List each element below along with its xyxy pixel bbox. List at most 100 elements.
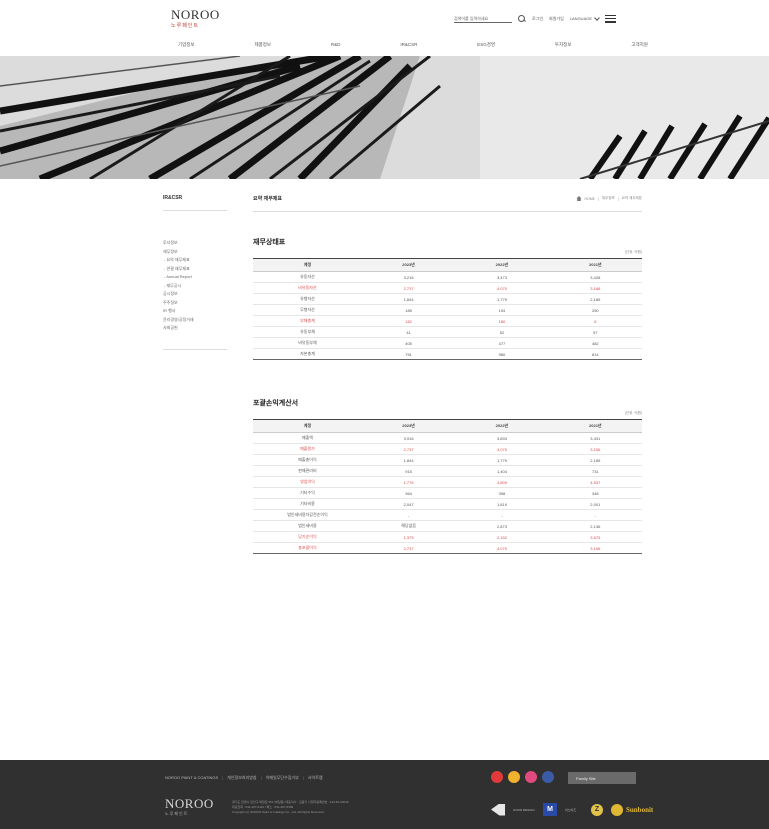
site-logo[interactable]: NOROO 노루페인트 (171, 8, 220, 29)
nav-item-esg[interactable]: ESG경영 (477, 42, 495, 48)
sidebar-item[interactable]: 사회공헌 (163, 324, 227, 333)
search-input[interactable]: 검색어를 입력하세요 (454, 14, 512, 23)
table-cell: 1,404 (455, 465, 549, 477)
table-cell: 2,001 (548, 498, 642, 510)
nav-item-support[interactable]: 고객지원 (631, 42, 648, 48)
table-cell: 3,575 (548, 531, 642, 543)
footer-logo: NOROO 노루페인트 (165, 797, 214, 817)
table-cell: 3,156 (548, 542, 642, 554)
hero-banner (0, 56, 769, 179)
table-cell: 477 (455, 337, 549, 349)
home-icon[interactable] (576, 196, 582, 201)
table-cell: 3,156 (548, 443, 642, 455)
facebook-icon[interactable] (542, 771, 554, 783)
sidebar-item[interactable]: 주주정보 (163, 299, 227, 308)
sidebar-subitem[interactable]: - Annual Report (163, 273, 227, 282)
footer-sep: | (260, 775, 262, 780)
sidebar-item[interactable]: 재무정보 (163, 248, 227, 257)
breadcrumb-item[interactable]: 요약 재무제표 (622, 196, 642, 201)
signup-link[interactable]: 회원가입 (549, 16, 564, 22)
footer-sep: | (302, 775, 304, 780)
copyright: Copyright (c) NOROO Paint & Coatings Co.… (232, 810, 325, 814)
table-cell: 4,070 (455, 443, 549, 455)
language-select[interactable]: LANGUAGE (570, 14, 600, 21)
table-cell: 182 (361, 315, 456, 327)
breadcrumb-sep: | (617, 196, 619, 201)
footer-link[interactable]: 개인정보처리방침 (227, 775, 256, 781)
row-label: 유형자산 (253, 293, 362, 305)
table-body: 매출액 3,916 3,893 3,431 매출원가 2,737 4,070 3,156 매출총… (253, 432, 642, 554)
table-cell: 180 (455, 315, 549, 327)
sidebar-item[interactable]: 투자정보 (163, 239, 227, 248)
table-cell: 4,809 (455, 476, 549, 488)
table-cell: 1,844 (361, 454, 456, 466)
sidebar-subitem[interactable]: - 재무공시 (163, 282, 227, 291)
unit-label: (단위: 억원) (624, 250, 642, 254)
sidebar-item[interactable]: 공시정보 (163, 290, 227, 299)
instagram-icon[interactable] (525, 771, 537, 783)
row-label: 총포괄이익 (253, 542, 362, 554)
table-cell: 해당없음 (361, 520, 456, 532)
nav-item-company[interactable]: 기업정보 (178, 42, 195, 48)
table-cell: 2,737 (361, 282, 456, 294)
sidebar-item[interactable]: IR 행사 (163, 307, 227, 316)
youtube-icon[interactable] (491, 771, 503, 783)
row-label: 영업이익 (253, 476, 362, 488)
footer-link[interactable]: NOROO PAINT & COATINGS (165, 775, 218, 781)
table-row: 총포괄이익 2,737 4,070 3,156 (253, 542, 642, 554)
footer-logo-text: NOROO (165, 796, 214, 811)
table-row: 비유동부채 405 477 482 (253, 337, 642, 349)
table-cell: - (548, 509, 642, 521)
table-cell: 2,136 (548, 520, 642, 532)
blog-icon[interactable] (508, 771, 520, 783)
table-cell: 4,070 (455, 542, 549, 554)
row-label: 법인세비용 (253, 520, 362, 532)
table-row: 부채총계 182 180 6 (253, 315, 642, 327)
nav-item-invest[interactable]: 투자정보 (555, 42, 572, 48)
table-cell: 2,737 (361, 443, 456, 455)
footer-link[interactable]: 사이트맵 (308, 775, 323, 781)
table-row: 유동부채 41 52 57 (253, 326, 642, 338)
column-header: 2021년 (548, 419, 642, 433)
table-row: 당기순이익 1,375 2,152 3,575 (253, 531, 642, 543)
table-cell: 814 (548, 348, 642, 360)
table-cell: 1,375 (361, 531, 456, 543)
breadcrumb-item[interactable]: 재무정보 (602, 196, 615, 201)
table-cell: 405 (361, 337, 456, 349)
table-cell: 57 (548, 326, 642, 338)
row-label: 매출원가 (253, 443, 362, 455)
table-row: 유형자산 1,844 1,779 2,185 (253, 293, 642, 305)
hamburger-menu-icon[interactable] (605, 14, 617, 23)
sidebar-subitem[interactable]: - 요약 재무제표 (163, 256, 227, 265)
innobiz-icon: M (543, 803, 557, 816)
sidebar-subitem[interactable]: - 연결 재무제표 (163, 265, 227, 274)
search-icon[interactable] (518, 14, 526, 23)
login-link[interactable]: 로그인 (532, 16, 543, 22)
row-label: 자본총계 (253, 348, 362, 360)
table-cell: 2,185 (548, 293, 642, 305)
table-row: 법인세비용차감전순이익 - - - (253, 509, 642, 521)
column-header: 2021년 (548, 258, 642, 272)
table-cell: 731 (548, 465, 642, 477)
row-label: 당기순이익 (253, 531, 362, 543)
nav-item-ir[interactable]: IR&CSR (400, 42, 417, 48)
footer-logo-subtext: 노루페인트 (165, 811, 189, 816)
table-cell: 3,431 (548, 432, 642, 444)
sidebar-item[interactable]: 윤리경영/공정거래 (163, 316, 227, 325)
logo-subtext: 노루페인트 (171, 23, 200, 29)
income-table: 계정 2023년 2022년 2021년 매출액 3,916 3,893 3,431 매출원가… (253, 419, 642, 554)
breadcrumb-item[interactable]: HOME (584, 197, 595, 201)
table-cell: 915 (361, 465, 456, 477)
sidebar-divider (163, 348, 227, 350)
table-row: 자본총계 751 980 814 (253, 348, 642, 360)
table-row: 매출원가 2,737 4,070 3,156 (253, 443, 642, 455)
chevron-down-icon (594, 14, 600, 21)
table-row: 법인세비용 해당없음 2,873 2,136 (253, 520, 642, 532)
nav-item-rnd[interactable]: R&D (331, 42, 341, 48)
column-header: 2023년 (361, 258, 456, 272)
family-site-select[interactable]: Family Site (568, 772, 636, 784)
table-header-row: 계정 2023년 2022년 2021년 (253, 258, 642, 272)
table-body: 유동자산 3,216 3,473 3,428 비유동자산 2,737 4,070 3,188 유… (253, 271, 642, 360)
footer-link[interactable]: 이메일무단수집거부 (266, 775, 299, 781)
nav-item-products[interactable]: 제품정보 (254, 42, 271, 48)
